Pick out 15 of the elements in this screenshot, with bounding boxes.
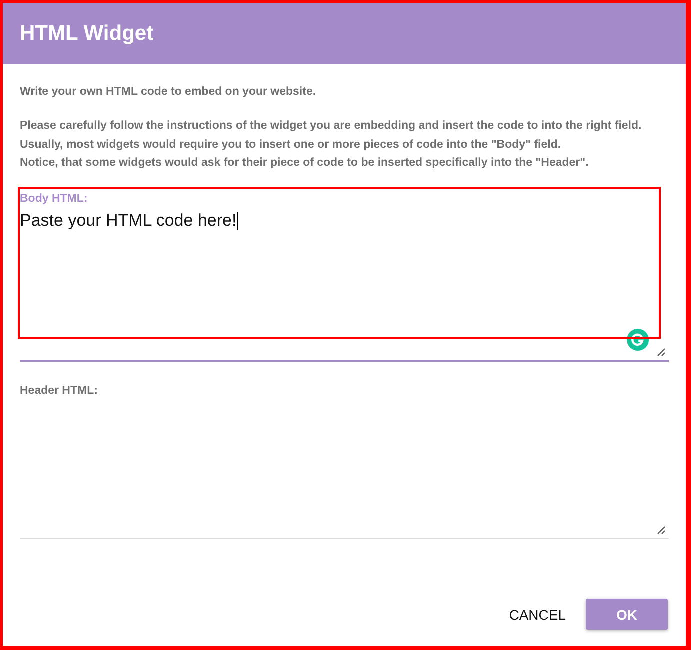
text-area-field[interactable]: Header HTML:	[20, 382, 669, 538]
instruction-text: Usually, most widgets would require you to insert one or more pieces of code into the "Body" field.	[20, 138, 562, 152]
text-area-field[interactable]: Body HTML: Paste your HTML code here!	[20, 190, 669, 362]
field-label: Header HTML:	[20, 384, 99, 396]
text-cursor	[236, 212, 238, 230]
resize-grip-icon	[657, 526, 666, 534]
field-value: Paste your HTML code here!	[20, 210, 237, 230]
grammarly-icon	[627, 328, 649, 350]
intro-text: Write your own HTML code to embed on your website.	[20, 85, 318, 100]
resize-grip-icon	[657, 348, 666, 356]
instruction-text: Notice, that some widgets would ask for their piece of code to be inserted specifically into the "Header".	[20, 156, 590, 171]
instruction-text: Please carefully follow the instructions of the widget you are embedding and insert the code to into the right field.	[20, 119, 643, 134]
field-label: Body HTML:	[20, 192, 89, 204]
dialog-title: HTML Widget	[20, 22, 154, 46]
cancel-button[interactable]: CANCEL	[507, 599, 568, 630]
